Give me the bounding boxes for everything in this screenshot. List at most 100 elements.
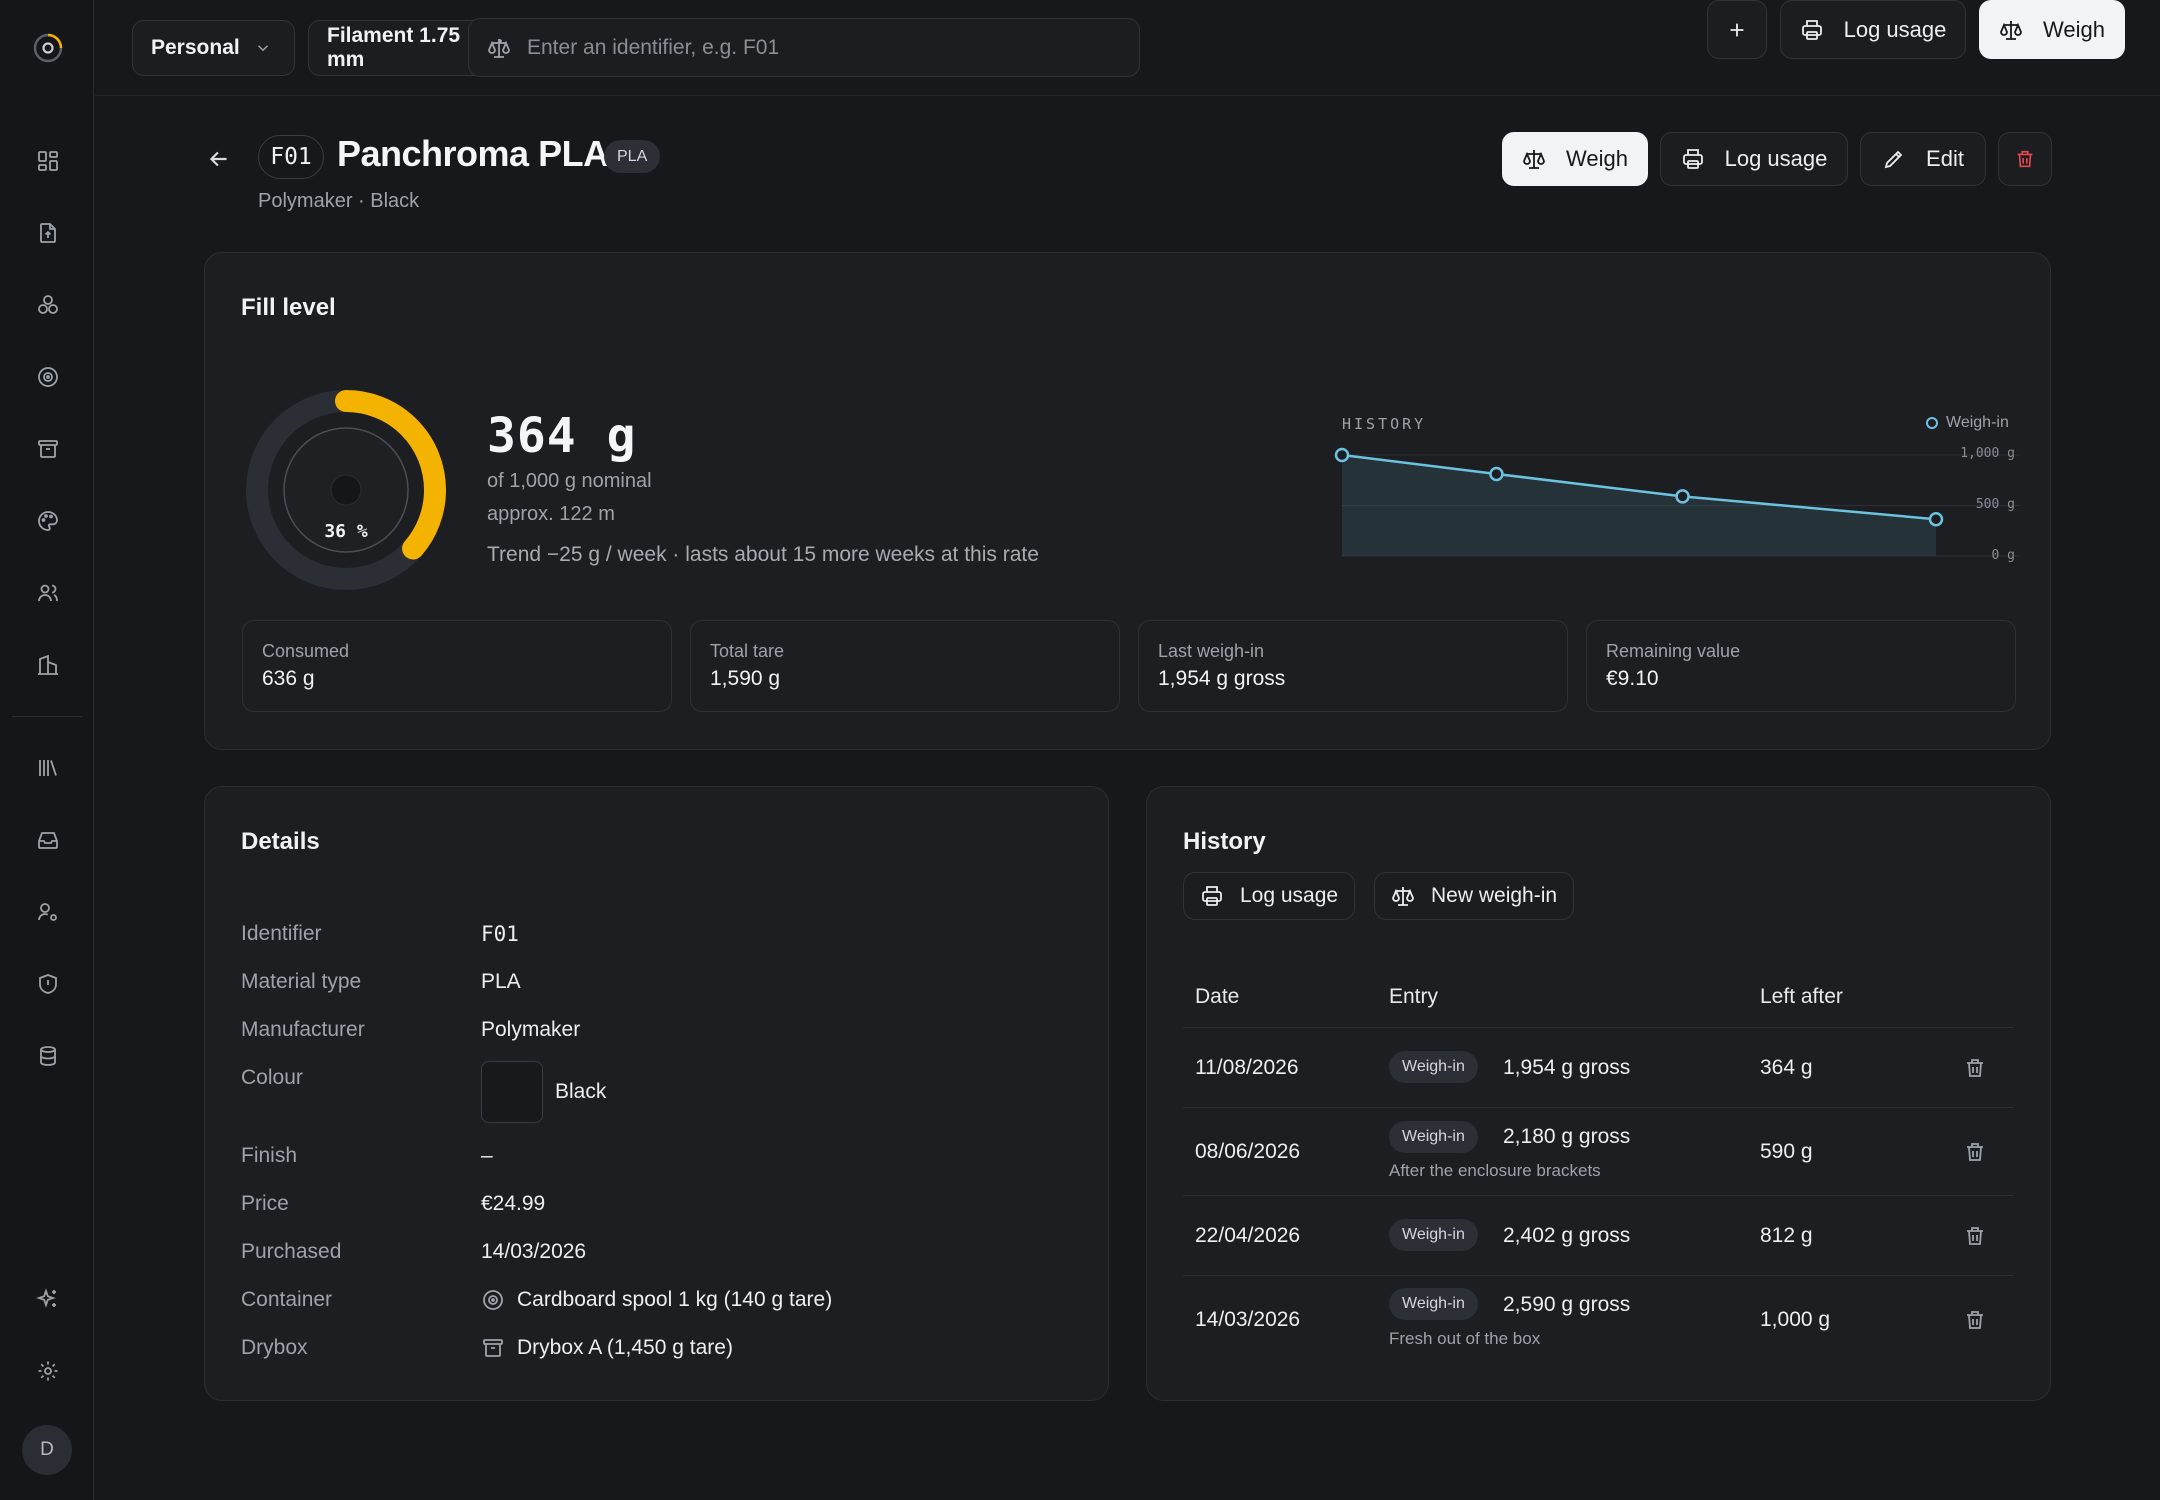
history-log-usage-button[interactable]: Log usage xyxy=(1183,872,1356,920)
detail-colour-value: Black xyxy=(555,1080,607,1103)
stat-label: Last weigh-in xyxy=(1158,641,1265,661)
users-icon[interactable] xyxy=(33,578,63,608)
entry-note: Fresh out of the box xyxy=(1389,1329,1541,1348)
detail-label: Drybox xyxy=(241,1336,308,1359)
topbar-log-usage-button[interactable]: Log usage xyxy=(1780,0,1966,59)
delete-entry-trash-icon[interactable] xyxy=(1963,1308,1987,1332)
dashboard-icon[interactable] xyxy=(33,146,63,176)
spools-icon[interactable] xyxy=(33,290,63,320)
detail-drybox[interactable]: Drybox A (1,450 g tare) xyxy=(481,1336,733,1360)
entry-text: 2,180 g gross xyxy=(1503,1125,1631,1148)
detail-purchased: 14/03/2026 xyxy=(481,1240,587,1263)
delete-entry-trash-icon[interactable] xyxy=(1963,1224,1987,1248)
data-point xyxy=(1489,466,1504,482)
row-date: 14/03/2026 xyxy=(1195,1308,1301,1331)
left-after-value: 1,000 g xyxy=(1760,1308,1831,1331)
detail-material-type: PLA xyxy=(481,970,521,993)
history-title: History xyxy=(1183,828,1266,855)
delete-entry-trash-icon[interactable] xyxy=(1963,1056,1987,1080)
archive-icon xyxy=(483,1339,503,1357)
building-icon[interactable] xyxy=(33,650,63,680)
log-usage-button[interactable]: Log usage xyxy=(1660,132,1848,186)
stat-label: Total tare xyxy=(710,641,785,661)
column-header-entry[interactable]: Entry xyxy=(1389,985,1438,1009)
approx-length: approx. 122 m xyxy=(487,503,615,525)
add-button[interactable] xyxy=(1707,0,1767,59)
detail-label: Finish xyxy=(241,1144,298,1167)
entry-type-badge: Weigh-in xyxy=(1389,1219,1478,1251)
scale-icon xyxy=(1523,150,1545,169)
avatar[interactable]: D xyxy=(22,1425,72,1475)
table-divider xyxy=(1183,1027,2013,1028)
entry-note: After the enclosure brackets xyxy=(1389,1161,1601,1180)
column-header-date[interactable]: Date xyxy=(1195,985,1239,1009)
sidebar: D xyxy=(0,0,94,1500)
entry-type-badge: Weigh-in xyxy=(1389,1051,1478,1083)
back-arrow-icon[interactable] xyxy=(206,146,232,172)
workspace-select[interactable]: Personal xyxy=(132,20,295,76)
delete-button[interactable] xyxy=(1998,132,2052,186)
detail-label: Manufacturer xyxy=(241,1018,365,1041)
user-settings-icon[interactable] xyxy=(33,897,63,927)
detail-drybox-value: Drybox A (1,450 g tare) xyxy=(517,1336,733,1359)
y-tick-label: 500 g xyxy=(1975,497,2015,512)
stat-last-weigh-in: Last weigh-in 1,954 g gross xyxy=(1138,620,1568,712)
detail-container[interactable]: Cardboard spool 1 kg (140 g tare) xyxy=(481,1288,832,1312)
trash-icon xyxy=(2017,150,2033,168)
edit-button[interactable]: Edit xyxy=(1860,132,1986,186)
identifier-search[interactable] xyxy=(468,18,1140,77)
palette-icon[interactable] xyxy=(33,506,63,536)
gear-icon[interactable] xyxy=(33,1356,63,1386)
page-subtitle: Polymaker · Black xyxy=(258,190,420,212)
filament-spool-icon[interactable] xyxy=(33,362,63,392)
nominal-weight: of 1,000 g nominal xyxy=(487,470,652,492)
app-logo-icon[interactable] xyxy=(32,32,64,64)
y-tick-label: 0 g xyxy=(1991,548,2015,563)
sparkle-icon[interactable] xyxy=(33,1284,63,1314)
entry-text: 2,402 g gross xyxy=(1503,1224,1631,1247)
row-date: 11/08/2026 xyxy=(1195,1056,1299,1079)
history-chart-label: HISTORY xyxy=(1342,415,1427,433)
inbox-icon[interactable] xyxy=(33,825,63,855)
delete-entry-trash-icon[interactable] xyxy=(1963,1140,1987,1164)
detail-label: Identifier xyxy=(241,922,322,945)
detail-label: Container xyxy=(241,1288,333,1311)
row-date: 08/06/2026 xyxy=(1195,1140,1301,1163)
stat-consumed: Consumed 636 g xyxy=(242,620,672,712)
stat-value: 636 g xyxy=(262,667,315,690)
scale-icon xyxy=(488,38,510,58)
printer-icon xyxy=(1801,19,1822,40)
detail-label: Purchased xyxy=(241,1240,342,1263)
detail-colour: Black xyxy=(481,1061,606,1123)
new-weigh-in-label: New weigh-in xyxy=(1431,884,1558,907)
search-input[interactable] xyxy=(527,35,1087,60)
left-after-value: 812 g xyxy=(1760,1224,1813,1247)
history-log-usage-label: Log usage xyxy=(1240,884,1339,907)
topbar-weigh-button[interactable]: Weigh xyxy=(1979,0,2125,59)
weigh-button[interactable]: Weigh xyxy=(1502,132,1648,186)
column-header-left-after[interactable]: Left after xyxy=(1760,985,1843,1009)
data-point xyxy=(1675,489,1690,504)
chevron-down-icon xyxy=(257,45,268,52)
entry-text: 1,954 g gross xyxy=(1503,1056,1631,1079)
chart-legend: Weigh-in xyxy=(1926,414,2009,432)
stat-value: €9.10 xyxy=(1606,667,1659,690)
detail-finish: – xyxy=(481,1144,493,1167)
table-divider xyxy=(1183,1275,2013,1276)
upload-file-icon[interactable] xyxy=(33,218,63,248)
archive-icon[interactable] xyxy=(33,434,63,464)
remaining-grams: 364 g xyxy=(487,408,637,464)
shield-icon[interactable] xyxy=(33,969,63,999)
detail-label: Price xyxy=(241,1192,289,1215)
data-point xyxy=(1928,511,1944,527)
edit-label: Edit xyxy=(1926,146,1964,171)
new-weigh-in-button[interactable]: New weigh-in xyxy=(1374,872,1575,920)
library-icon[interactable] xyxy=(33,753,63,783)
scale-icon xyxy=(1392,887,1414,906)
detail-container-value: Cardboard spool 1 kg (140 g tare) xyxy=(517,1288,833,1311)
y-tick-label: 1,000 g xyxy=(1960,446,2015,461)
database-icon[interactable] xyxy=(33,1041,63,1071)
spool-icon xyxy=(483,1290,503,1310)
log-usage-label: Log usage xyxy=(1724,146,1828,171)
detail-price: €24.99 xyxy=(481,1192,546,1215)
